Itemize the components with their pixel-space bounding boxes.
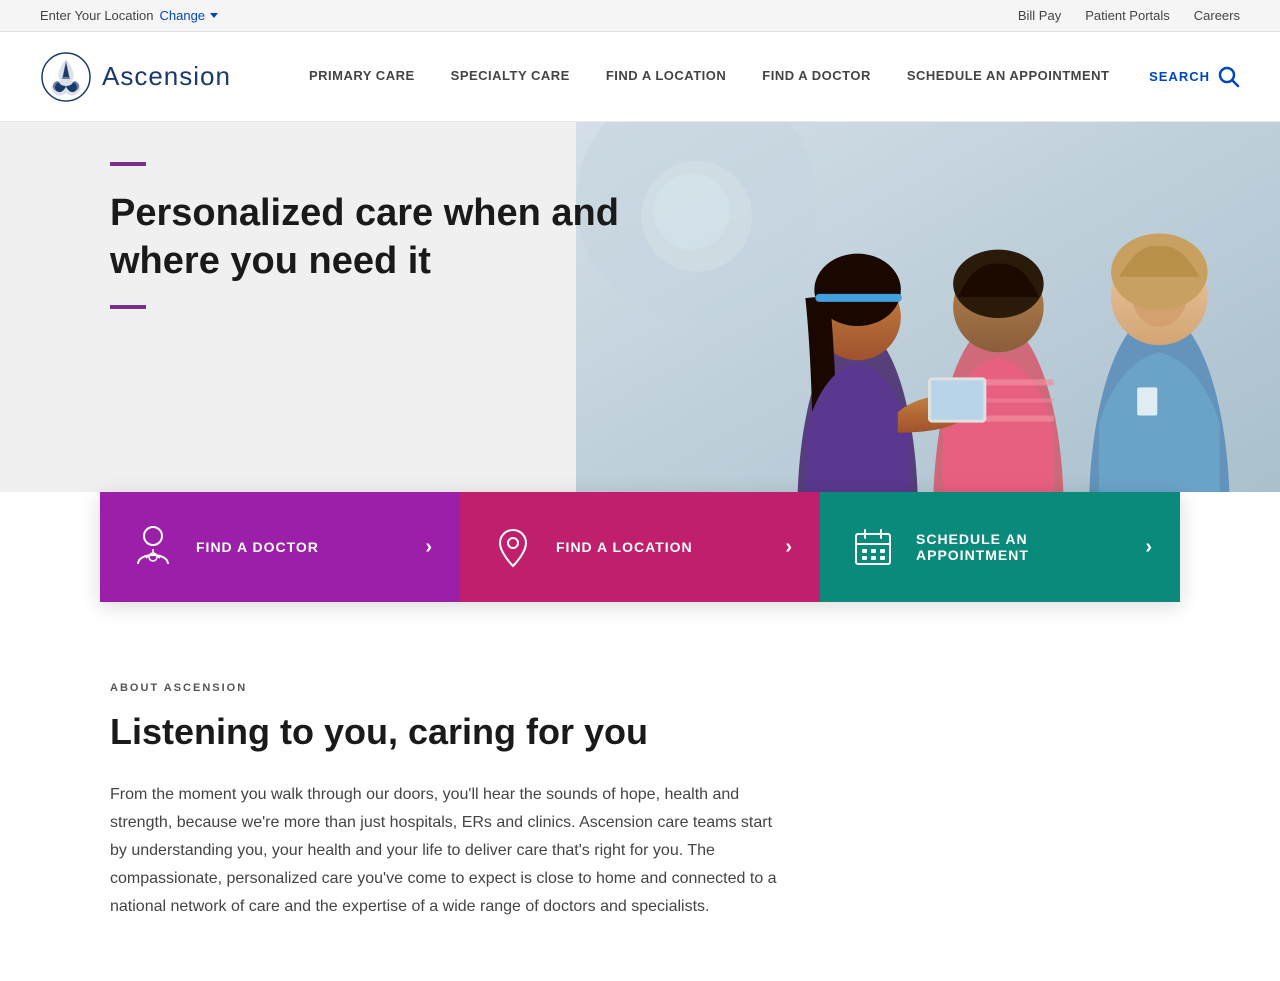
find-doctor-arrow: › <box>425 536 432 559</box>
nav-specialty-care[interactable]: SPECIALTY CARE <box>433 32 588 121</box>
hero-title: Personalized care when and where you nee… <box>110 190 630 285</box>
action-cards-wrapper: FIND A DOCTOR › FIND A LOCATION › <box>0 492 1280 602</box>
nav-primary-care[interactable]: PRIMARY CARE <box>291 32 433 121</box>
hero-accent-bottom <box>110 305 146 309</box>
nav-links: PRIMARY CARE SPECIALTY CARE FIND A LOCAT… <box>291 32 1131 121</box>
hero-image <box>576 122 1280 512</box>
about-section-label: ABOUT ASCENSION <box>110 682 1170 694</box>
search-icon <box>1218 66 1240 88</box>
location-area: Enter Your Location Change <box>40 8 218 23</box>
find-location-card[interactable]: FIND A LOCATION › <box>460 492 820 602</box>
schedule-appointment-arrow: › <box>1145 536 1152 559</box>
calendar-icon <box>848 522 898 572</box>
hero-content: Personalized care when and where you nee… <box>110 162 630 309</box>
hero-accent-top <box>110 162 146 166</box>
about-title: Listening to you, caring for you <box>110 710 1170 753</box>
ascension-logo-icon <box>40 51 92 103</box>
main-nav: Ascension PRIMARY CARE SPECIALTY CARE FI… <box>0 32 1280 122</box>
bill-pay-link[interactable]: Bill Pay <box>1018 8 1061 23</box>
location-label: Enter Your Location <box>40 8 153 23</box>
doctor-icon <box>128 522 178 572</box>
hero-section: Personalized care when and where you nee… <box>0 122 1280 512</box>
find-doctor-card[interactable]: FIND A DOCTOR › <box>100 492 460 602</box>
careers-link[interactable]: Careers <box>1194 8 1240 23</box>
chevron-down-icon <box>210 13 218 18</box>
find-location-label: FIND A LOCATION <box>556 539 775 555</box>
find-location-arrow: › <box>785 536 792 559</box>
search-button[interactable]: SEARCH <box>1131 66 1240 88</box>
search-label: SEARCH <box>1149 69 1210 84</box>
patient-portals-link[interactable]: Patient Portals <box>1085 8 1170 23</box>
nav-find-location[interactable]: FIND A LOCATION <box>588 32 744 121</box>
about-body-text: From the moment you walk through our doo… <box>110 781 790 921</box>
action-cards: FIND A DOCTOR › FIND A LOCATION › <box>100 492 1180 602</box>
logo-link[interactable]: Ascension <box>40 51 231 103</box>
about-section: ABOUT ASCENSION Listening to you, caring… <box>0 602 1280 981</box>
schedule-appointment-label: SCHEDULE AN APPOINTMENT <box>916 531 1135 563</box>
find-doctor-label: FIND A DOCTOR <box>196 539 415 555</box>
top-bar-links: Bill Pay Patient Portals Careers <box>1018 8 1240 23</box>
nav-schedule-appointment[interactable]: SCHEDULE AN APPOINTMENT <box>889 32 1128 121</box>
change-location-link[interactable]: Change <box>159 8 218 23</box>
top-bar: Enter Your Location Change Bill Pay Pati… <box>0 0 1280 32</box>
nav-find-doctor[interactable]: FIND A DOCTOR <box>744 32 889 121</box>
location-icon <box>488 522 538 572</box>
logo-text: Ascension <box>102 61 231 92</box>
schedule-appointment-card[interactable]: SCHEDULE AN APPOINTMENT › <box>820 492 1180 602</box>
